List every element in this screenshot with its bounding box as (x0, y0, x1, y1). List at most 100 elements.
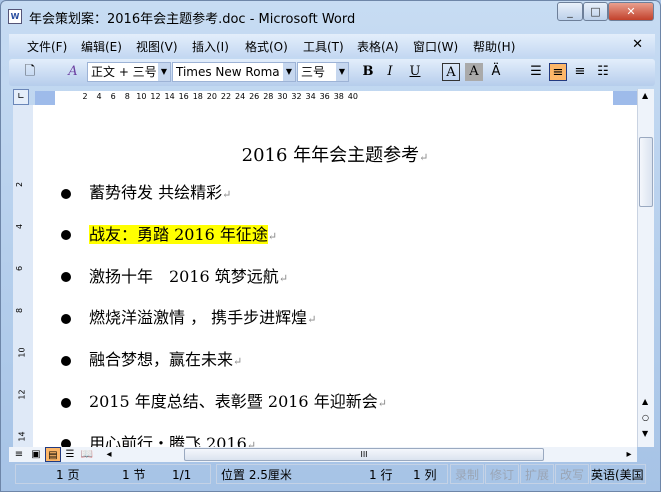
ruler-tick-label: 6 (110, 92, 116, 101)
document-page[interactable]: 2016 年年会主题参考↵ 蓄势待发 共绘精彩↵ 战友：勇踏 2016 年征途↵ 激… (35, 105, 637, 447)
status-track-changes[interactable]: 修订 (485, 464, 519, 484)
chevron-down-icon[interactable]: ▼ (158, 63, 170, 81)
bullet-icon (61, 355, 71, 366)
paragraph-mark: ↵ (419, 151, 429, 164)
minimize-button[interactable]: _ (557, 2, 583, 21)
char-shading-button[interactable]: A (465, 63, 483, 81)
bullet-item[interactable]: 燃烧洋溢激情 ， 携手步进辉煌↵ (61, 304, 316, 328)
bullet-item[interactable]: 激扬十年 2016 筑梦远航↵ (61, 263, 288, 287)
style-select[interactable]: 正文 + 三号 ▼ (87, 62, 171, 82)
menu-tools[interactable]: 工具(T) (303, 38, 344, 55)
vertical-scroll-thumb[interactable] (639, 137, 653, 207)
ruler-tick-label: 8 (124, 92, 130, 101)
menu-view[interactable]: 视图(V) (136, 38, 178, 55)
horizontal-scroll-thumb[interactable]: III (184, 448, 544, 461)
close-document-icon[interactable]: ✕ (632, 37, 643, 52)
menu-format[interactable]: 格式(O) (245, 38, 288, 55)
tab-selector[interactable]: ∟ (13, 89, 29, 105)
title-text: 2016 年年会主题参考 (241, 145, 420, 166)
bullet-text: 融合梦想，赢在未来 (89, 350, 234, 370)
paragraph-mark: ↵ (222, 188, 232, 201)
normal-view-icon[interactable]: ≡ (11, 447, 27, 462)
phonetic-icon[interactable]: Ä (487, 63, 505, 81)
styles-icon[interactable]: A (64, 63, 82, 81)
word-window: W 年会策划案：2016年会主题参考.doc - Microsoft Word … (0, 0, 661, 492)
next-page-icon[interactable]: ▼ (642, 429, 648, 438)
bullet-item[interactable]: 2015 年度总结、表彰暨 2016 年迎新会↵ (61, 388, 387, 412)
menu-bar: 文件(F) 编辑(E) 视图(V) 插入(I) 格式(O) 工具(T) 表格(A… (9, 34, 655, 57)
vruler-tick-label: 6 (15, 265, 25, 272)
status-overtype[interactable]: 改写 (555, 464, 589, 484)
font-size-select[interactable]: 三号 ▼ (297, 62, 349, 82)
scroll-left-icon[interactable]: ◂ (101, 447, 117, 462)
menu-window[interactable]: 窗口(W) (413, 38, 458, 55)
vruler-tick-label: 2 (15, 181, 25, 188)
menu-table[interactable]: 表格(A) (357, 38, 399, 55)
print-layout-icon[interactable]: ▤ (45, 447, 61, 462)
horizontal-ruler[interactable]: 2 4 6 8 10 12 14 16 18 20 22 24 26 28 30 32 34 36 38 40 (35, 91, 637, 105)
vruler-tick-label: 8 (15, 307, 25, 314)
web-view-icon[interactable]: ▣ (28, 447, 44, 462)
outline-view-icon[interactable]: ☰ (62, 447, 78, 462)
status-section: 1 节 (122, 468, 146, 482)
status-position-info: 位置 2.5厘米 1 行 1 列 (216, 464, 448, 484)
status-page: 1 页 (56, 468, 80, 482)
paragraph-mark: ↵ (246, 438, 257, 447)
align-center-icon[interactable]: ≡ (549, 63, 567, 81)
menu-insert[interactable]: 插入(I) (192, 38, 229, 55)
menu-edit[interactable]: 编辑(E) (81, 38, 122, 55)
bullet-icon (61, 188, 71, 199)
horizontal-scrollbar[interactable]: ≡ ▣ ▤ ☰ 📖 ◂ III ▸ (9, 447, 637, 462)
new-document-icon[interactable]: 🗋 (21, 63, 39, 81)
ruler-tick-label: 4 (96, 92, 102, 101)
font-select[interactable]: Times New Roma ▼ (172, 62, 296, 82)
ruler-tick-label: 20 (206, 92, 217, 101)
status-language[interactable]: 英语(美国 (590, 464, 646, 484)
reading-view-icon[interactable]: 📖 (79, 447, 95, 462)
chevron-down-icon[interactable]: ▼ (283, 63, 295, 81)
paragraph-mark: ↵ (307, 313, 317, 327)
char-border-button[interactable]: A (442, 63, 460, 81)
paragraph-mark: ↵ (233, 355, 243, 369)
italic-button[interactable]: I (381, 63, 399, 81)
status-column: 1 列 (413, 468, 437, 482)
bullet-icon (61, 313, 71, 324)
vertical-scrollbar[interactable]: ▲ ▲ ○ ▼ (637, 89, 654, 447)
ruler-tick-label: 22 (220, 92, 232, 101)
status-record[interactable]: 录制 (450, 464, 484, 484)
bullet-text: 蓄势待发 共绘精彩 (89, 183, 223, 202)
bullet-text: 激扬十年 2016 筑梦远航 (89, 266, 279, 286)
status-extend[interactable]: 扩展 (520, 464, 554, 484)
bullet-icon (61, 230, 71, 241)
previous-page-icon[interactable]: ▲ (642, 397, 648, 406)
status-pages: 1/1 (172, 468, 192, 482)
maximize-button[interactable]: □ (583, 2, 608, 21)
scroll-up-icon[interactable]: ▲ (642, 91, 648, 100)
bullet-item[interactable]: 融合梦想，赢在未来↵ (61, 346, 242, 370)
bullet-text: 战友：勇踏 2016 年征途 (89, 224, 268, 244)
underline-button[interactable]: U (406, 63, 424, 81)
vertical-ruler[interactable]: 2 4 6 8 10 12 14 (13, 105, 33, 447)
align-justify-icon[interactable]: ☰ (527, 63, 545, 81)
browse-object-icon[interactable]: ○ (642, 413, 649, 422)
close-button[interactable]: ✕ (608, 2, 654, 21)
menu-file[interactable]: 文件(F) (27, 38, 67, 55)
distributed-align-icon[interactable]: ☷ (594, 63, 612, 81)
style-value: 正文 + 三号 (91, 65, 157, 79)
bold-button[interactable]: B (359, 63, 377, 81)
chevron-down-icon[interactable]: ▼ (336, 63, 348, 81)
document-area: 2 4 6 8 10 12 14 2016 年年会主题参考↵ 蓄势待发 共绘精彩↵ 战友：勇踏… (13, 105, 637, 447)
align-right-icon[interactable]: ≡ (571, 63, 589, 81)
ruler-tick-label: 38 (333, 92, 344, 101)
bullet-item[interactable]: 战友：勇踏 2016 年征途↵ (61, 221, 277, 245)
bullet-item[interactable]: 用心前行・腾飞 2016↵ (61, 430, 256, 447)
vruler-tick-label: 4 (15, 223, 25, 230)
formatting-toolbar: 🗋 A 正文 + 三号 ▼ Times New Roma ▼ 三号 ▼ B I U A… (9, 59, 655, 86)
title-bar: W 年会策划案：2016年会主题参考.doc - Microsoft Word … (1, 1, 660, 31)
word-app-icon[interactable]: W (8, 9, 22, 24)
menu-help[interactable]: 帮助(H) (473, 38, 515, 55)
ruler-tick-label: 24 (235, 92, 246, 101)
scroll-right-icon[interactable]: ▸ (621, 447, 637, 462)
bullet-item[interactable]: 蓄势待发 共绘精彩↵ (61, 179, 231, 203)
status-page-info: 1 页 1 节 1/1 (15, 464, 211, 484)
